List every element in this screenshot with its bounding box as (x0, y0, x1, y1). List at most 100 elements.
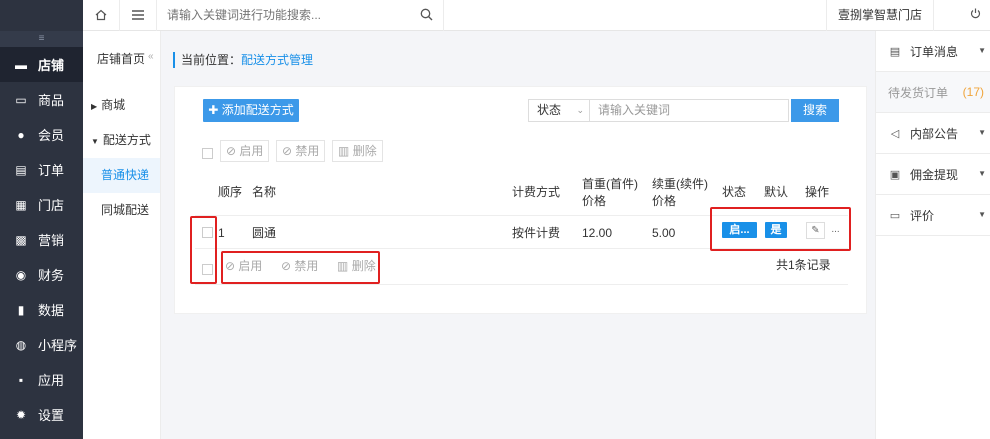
batch-disable-label: 禁用 (295, 144, 320, 158)
pending-orders-count: (17) (962, 85, 984, 99)
home-button[interactable] (83, 0, 120, 31)
sidebar-item-label: 小程序 (38, 338, 78, 353)
trash-icon: ▥ (338, 144, 350, 158)
withdraw-label: 佣金提现 (910, 167, 959, 182)
batch-disable-button[interactable]: ⊘ 禁用 (276, 140, 326, 162)
comment-icon: ▭ (889, 209, 901, 222)
caret-down-icon: ▼ (978, 128, 986, 137)
search-button[interactable]: 搜索 (791, 99, 839, 122)
sidebar-item-8[interactable]: ◍ 小程序 (0, 327, 83, 362)
miniprogram-icon: ◍ (15, 337, 27, 352)
search-icon[interactable] (420, 8, 433, 21)
status-select-value: 状态 (537, 103, 562, 117)
apps-icon: ▪ (18, 372, 24, 387)
header-extra-weight: 续重(续件) (652, 177, 708, 191)
select-all-checkbox[interactable] (202, 148, 213, 159)
batch-delete-button[interactable]: ▥ 删除 (332, 140, 383, 162)
row-order: 1 (218, 226, 225, 240)
top-bar: 壹捌掌智慧门店 (83, 0, 990, 31)
status-select[interactable]: 状态 ⌄ (528, 99, 590, 122)
subnav-group-label: 商城 (101, 98, 126, 112)
header-billing: 计费方式 (512, 185, 561, 199)
clipboard-icon: ▤ (889, 45, 901, 58)
add-delivery-button[interactable]: ✚ 添加配送方式 (203, 99, 299, 122)
gift-icon: ▩ (15, 232, 27, 247)
highlight-batch-actions (221, 251, 380, 284)
header-default: 默认 (764, 185, 789, 199)
bar-chart-icon: ▮ (17, 302, 25, 317)
sidebar-item-0[interactable]: ▬ 店铺 (0, 47, 83, 82)
sidebar-item-label: 应用 (38, 373, 65, 388)
announcement-label: 内部公告 (910, 126, 959, 141)
order-messages-label: 订单消息 (910, 44, 959, 59)
global-search-input[interactable] (157, 0, 443, 31)
main-content: 当前位置：配送方式管理 ✚ 添加配送方式 状态 ⌄ 请输入关键词 搜索 ⊘ 启用 … (161, 31, 875, 439)
megaphone-icon: ◁ (890, 127, 900, 140)
sidebar-item-label: 订单 (38, 163, 65, 178)
row-extra-price: 5.00 (652, 226, 676, 240)
caret-down-icon: ▼ (91, 137, 99, 146)
breadcrumb-current[interactable]: 配送方式管理 (241, 53, 313, 67)
header-first-weight: 首重(首件) (582, 177, 638, 191)
sidebar-item-5[interactable]: ▩ 营销 (0, 222, 83, 257)
shop-icon: ▦ (15, 197, 27, 212)
sidebar-item-label: 财务 (38, 268, 65, 283)
record-count: 共1条记录 (776, 258, 831, 272)
sidebar-item-1[interactable]: ▭ 商品 (0, 82, 83, 117)
store-icon: ▬ (15, 57, 27, 72)
row-first-price: 12.00 (582, 226, 613, 240)
review-label: 评价 (910, 208, 935, 223)
announcement-item[interactable]: ◁ 内部公告 ▼ (876, 113, 990, 154)
withdraw-item[interactable]: ▣ 佣金提现 ▼ (876, 154, 990, 195)
sidebar-item-6[interactable]: ◉ 财务 (0, 257, 83, 292)
header-name: 名称 (252, 185, 277, 199)
subnav-group-mall[interactable]: ▶ 商城 (83, 88, 160, 123)
store-name[interactable]: 壹捌掌智慧门店 (826, 0, 934, 31)
sidebar-item-3[interactable]: ▤ 订单 (0, 152, 83, 187)
sidebar-item-label: 会员 (38, 128, 65, 143)
right-panel: ▤ 订单消息 ▼ 待发货订单 (17) ◁ 内部公告 ▼ ▣ 佣金提现 ▼ ▭ 评价 ▼ (875, 31, 990, 439)
subnav-item-local-delivery[interactable]: 同城配送 (83, 193, 160, 228)
review-item[interactable]: ▭ 评价 ▼ (876, 195, 990, 236)
sidebar-item-7[interactable]: ▮ 数据 (0, 292, 83, 327)
keyword-input[interactable]: 请输入关键词 (589, 99, 789, 122)
chevron-down-icon: ⌄ (576, 105, 584, 115)
hamburger-icon (132, 10, 144, 20)
collapse-left-icon[interactable]: « (148, 51, 154, 62)
order-messages-item[interactable]: ▤ 订单消息 ▼ (876, 31, 990, 72)
sidebar-collapse-icon[interactable]: ≡ (0, 31, 83, 47)
ban-icon: ⊘ (282, 144, 293, 158)
home-icon (95, 9, 107, 21)
sidebar-item-9[interactable]: ▪ 应用 (0, 362, 83, 397)
sidebar-item-10[interactable]: ✹ 设置 (0, 397, 83, 432)
user-icon: ● (17, 127, 25, 142)
divider (195, 284, 848, 285)
caret-right-icon: ▶ (91, 102, 98, 111)
batch-enable-label: 启用 (239, 144, 264, 158)
breadcrumb: 当前位置：配送方式管理 (173, 52, 313, 68)
sidebar-item-label: 营销 (38, 233, 65, 248)
goods-icon: ▭ (15, 92, 27, 107)
withdraw-icon: ▣ (889, 168, 901, 181)
sidebar-item-label: 设置 (38, 408, 65, 423)
menu-toggle-button[interactable] (120, 0, 157, 31)
pending-orders-label: 待发货订单 (888, 85, 949, 100)
money-bag-icon: ◉ (15, 267, 27, 282)
pending-orders-item[interactable]: 待发货订单 (17) (876, 72, 990, 113)
row-billing: 按件计费 (512, 226, 561, 240)
add-delivery-label: 添加配送方式 (221, 103, 294, 117)
caret-down-icon: ▼ (978, 210, 986, 219)
plus-icon: ✚ (208, 103, 222, 117)
sidebar-item-4[interactable]: ▦ 门店 (0, 187, 83, 222)
subnav-group-delivery[interactable]: ▼ 配送方式 (83, 123, 160, 158)
batch-enable-button[interactable]: ⊘ 启用 (220, 140, 270, 162)
power-icon (970, 8, 980, 19)
subnav-item-express[interactable]: 普通快递 (83, 158, 160, 193)
sidebar-item-label: 门店 (38, 198, 65, 213)
sidebar-top (0, 0, 83, 31)
header-extra-weight-price: 价格 (652, 194, 677, 208)
gear-icon: ✹ (15, 407, 27, 422)
logout-button[interactable] (960, 0, 990, 31)
header-order: 顺序 (218, 185, 243, 199)
sidebar-item-2[interactable]: ● 会员 (0, 117, 83, 152)
